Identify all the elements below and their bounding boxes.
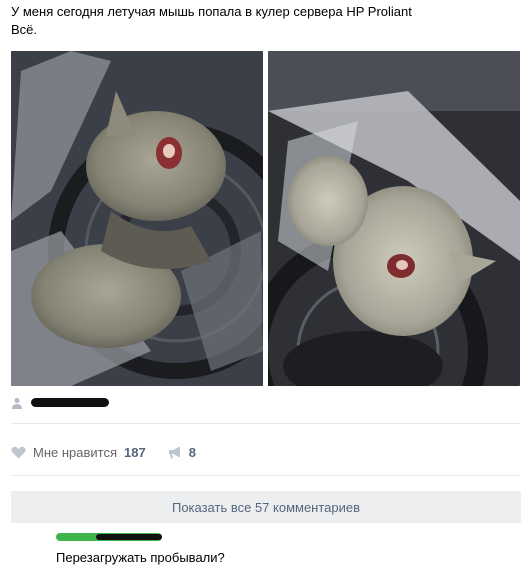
like-count: 187 (124, 444, 146, 460)
photo-2[interactable] (268, 51, 520, 386)
like-button[interactable]: Мне нравится 187 (11, 445, 146, 460)
comment-text: Перезагружать пробывали? (56, 550, 225, 565)
author-name-redacted (31, 397, 109, 407)
post-text-line-2: Всё. (11, 22, 38, 37)
post-actions: Мне нравится 187 8 (11, 443, 196, 461)
photo-2-image (268, 51, 520, 386)
post-text: У меня сегодня летучая мышь попала в кул… (11, 3, 412, 39)
user-icon (11, 396, 23, 409)
share-button[interactable]: 8 (168, 445, 196, 460)
show-all-comments-button[interactable]: Показать все 57 комментариев (11, 491, 521, 523)
like-label: Мне нравится (33, 444, 118, 460)
heart-icon (11, 446, 26, 458)
divider (11, 475, 520, 476)
divider (11, 423, 520, 424)
photo-1-image (11, 51, 263, 386)
megaphone-icon (168, 446, 180, 458)
comment-author-redacted[interactable] (56, 533, 162, 541)
share-count: 8 (188, 444, 196, 460)
photo-1[interactable] (11, 51, 263, 386)
post-text-line-1: У меня сегодня летучая мышь попала в кул… (11, 4, 412, 19)
redaction-black (96, 534, 162, 540)
photo-author[interactable] (11, 394, 109, 410)
